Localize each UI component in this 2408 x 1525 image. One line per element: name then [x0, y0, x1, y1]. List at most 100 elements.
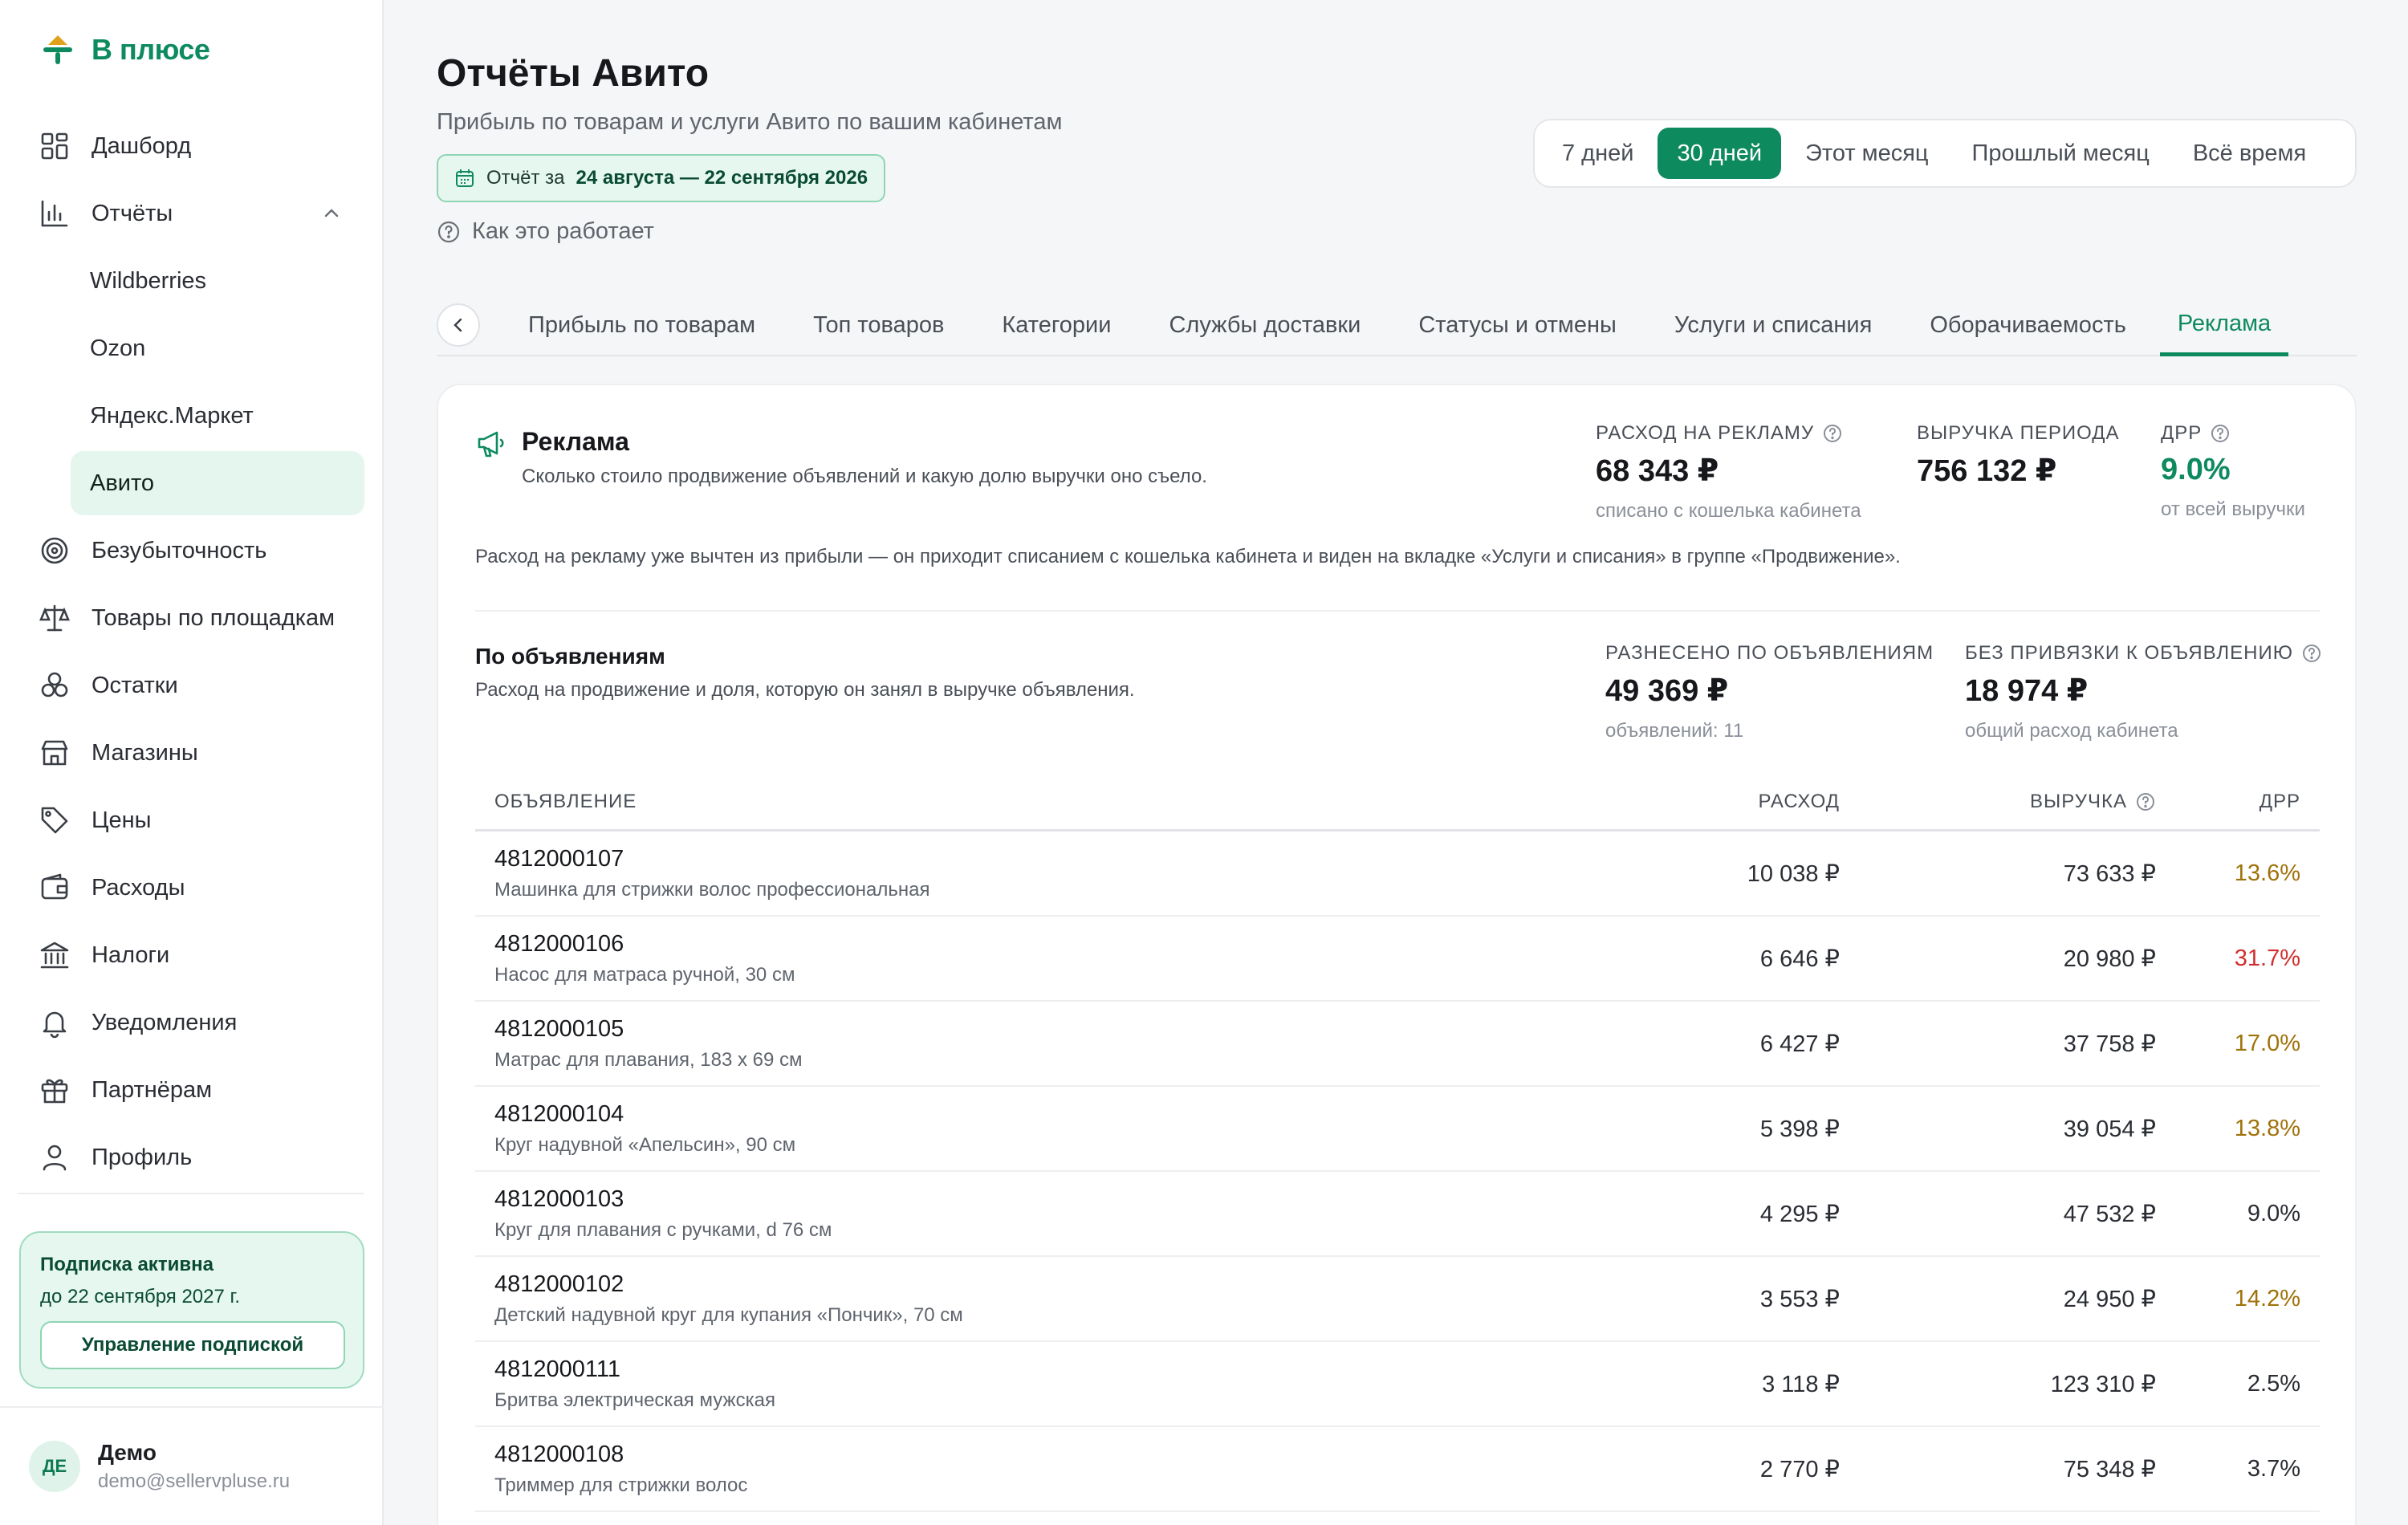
sidebar-item-dashboard[interactable]: Дашборд [18, 114, 364, 178]
ad-spend: 5 398 ₽ [1759, 1116, 1840, 1142]
tab-delivery-services[interactable]: Службы доставки [1169, 295, 1361, 356]
user-account[interactable]: ДЕ Демо demo@sellervpluse.ru [29, 1440, 290, 1493]
tab-services-charges[interactable]: Услуги и списания [1674, 295, 1872, 356]
table-row[interactable]: 4812000111 Бритва электрическая мужская 3… [475, 1342, 2320, 1427]
help-icon[interactable] [1822, 423, 1843, 444]
ad-name: Матрас для плавания, 183 х 69 см [494, 1048, 803, 1071]
tab-categories[interactable]: Категории [1002, 295, 1111, 356]
sidebar-item-taxes[interactable]: Налоги [18, 923, 364, 987]
chevron-up-icon[interactable] [321, 203, 342, 224]
period-30-days[interactable]: 30 дней [1658, 128, 1782, 179]
ad-revenue: 37 758 ₽ [2063, 1031, 2156, 1057]
table-row[interactable]: 4812000102 Детский надувной круг для купа… [475, 1257, 2320, 1342]
advertising-title: Реклама [522, 427, 629, 456]
bank-icon [39, 939, 71, 971]
sidebar-item-breakeven[interactable]: Безубыточность [18, 518, 364, 583]
column-drr[interactable]: ДРР [2156, 791, 2300, 813]
table-row[interactable]: 4812000107 Машинка для стрижки волос проф… [475, 832, 2320, 917]
tab-top-products[interactable]: Топ товаров [813, 295, 944, 356]
sidebar-item-label: Налоги [92, 941, 170, 968]
period-all-time[interactable]: Всё время [2174, 128, 2325, 179]
sidebar-subitem-yandex-market[interactable]: Яндекс.Маркет [18, 384, 364, 448]
table-row[interactable]: 4812000106 Насос для матраса ручной, 30 с… [475, 917, 2320, 1002]
unlinked-label-row: БЕЗ ПРИВЯЗКИ К ОБЪЯВЛЕНИЮ [1965, 642, 2322, 665]
drr-metric: ДРР 9.0% от всей выручки [2161, 422, 2305, 521]
column-spend[interactable]: РАСХОД [1438, 791, 1840, 813]
tag-icon [39, 804, 71, 836]
sidebar-subitem-ozon[interactable]: Ozon [18, 316, 364, 380]
ad-spend-label: РАСХОД НА РЕКЛАМУ [1596, 422, 1815, 444]
period-revenue-label: ВЫРУЧКА ПЕРИОДА [1917, 422, 2120, 444]
sidebar-item-stock[interactable]: Остатки [18, 653, 364, 718]
table-row[interactable]: 4812000103 Круг для плавания с ручками, d… [475, 1172, 2320, 1257]
target-icon [39, 535, 71, 567]
drr-note: от всей выручки [2161, 498, 2305, 520]
manage-subscription-button[interactable]: Управление подпиской [40, 1321, 345, 1369]
sidebar-item-expenses[interactable]: Расходы [18, 856, 364, 920]
unlinked-metric: БЕЗ ПРИВЯЗКИ К ОБЪЯВЛЕНИЮ 18 974 ₽ общий… [1965, 642, 2322, 742]
sidebar-subitem-wildberries[interactable]: Wildberries [18, 249, 364, 313]
period-revenue-label-row: ВЫРУЧКА ПЕРИОДА [1917, 422, 2120, 445]
sidebar-item-label: Партнёрам [92, 1076, 213, 1103]
tab-turnover[interactable]: Оборачиваемость [1930, 295, 2126, 356]
sidebar-item-label: Уведомления [92, 1009, 238, 1035]
ad-name: Круг надувной «Апельсин», 90 см [494, 1133, 796, 1156]
tabs-scroll-left-button[interactable] [437, 303, 480, 347]
ad-name: Бритва электрическая мужская [494, 1389, 775, 1411]
allocated-note: объявлений: 11 [1605, 720, 1744, 742]
ad-drr: 2.5% [2247, 1370, 2300, 1397]
tab-profit-by-products[interactable]: Прибыль по товарам [528, 295, 755, 356]
tab-advertising[interactable]: Реклама [2159, 295, 2289, 356]
help-icon[interactable] [2210, 423, 2231, 444]
sidebar-item-notifications[interactable]: Уведомления [18, 990, 364, 1055]
sidebar-subitem-avito[interactable]: Авито [71, 451, 364, 515]
help-icon[interactable] [2135, 791, 2156, 812]
chart-icon [39, 197, 71, 230]
period-7-days[interactable]: 7 дней [1543, 128, 1653, 179]
ad-id: 4812000111 [494, 1356, 620, 1382]
ad-name: Насос для матраса ручной, 30 см [494, 963, 795, 986]
drr-label-row: ДРР [2161, 422, 2305, 445]
period-revenue-metric: ВЫРУЧКА ПЕРИОДА 756 132 ₽ [1917, 422, 2120, 489]
period-this-month[interactable]: Этот месяц [1786, 128, 1948, 179]
allocated-value: 49 369 ₽ [1605, 674, 1729, 708]
report-prefix: Отчёт за [486, 167, 565, 189]
ad-revenue: 39 054 ₽ [2063, 1116, 2156, 1142]
wallet-icon [39, 872, 71, 904]
sidebar-item-partners[interactable]: Партнёрам [18, 1058, 364, 1122]
sidebar-item-label: Безубыточность [92, 537, 267, 563]
sidebar-item-profile[interactable]: Профиль [18, 1125, 364, 1190]
ad-revenue: 75 348 ₽ [2063, 1456, 2156, 1482]
help-icon[interactable] [2301, 643, 2322, 664]
column-ad[interactable]: ОБЪЯВЛЕНИЕ [475, 791, 1438, 813]
user-name: Демо [98, 1440, 157, 1465]
sidebar-item-label: Профиль [92, 1144, 193, 1170]
sidebar-item-stores[interactable]: Магазины [18, 721, 364, 785]
avatar: ДЕ [29, 1441, 80, 1492]
ad-revenue: 123 310 ₽ [2050, 1371, 2156, 1397]
sidebar-item-label: Отчёты [92, 200, 173, 226]
user-divider [0, 1406, 384, 1408]
ad-drr: 13.6% [2234, 860, 2300, 886]
sidebar-item-reports[interactable]: Отчёты [18, 181, 364, 246]
ad-revenue: 47 532 ₽ [2063, 1201, 2156, 1227]
ad-drr: 9.0% [2247, 1200, 2300, 1226]
table-row[interactable]: 4812000104 Круг надувной «Апельсин», 90 с… [475, 1087, 2320, 1172]
column-revenue[interactable]: ВЫРУЧКА [1840, 791, 2156, 813]
brand-logo[interactable]: В плюсе [40, 32, 210, 67]
sidebar-item-products-by-platform[interactable]: Товары по площадкам [18, 586, 364, 650]
how-it-works-link[interactable]: Как это работает [437, 218, 654, 245]
logo-icon [43, 35, 72, 64]
period-last-month[interactable]: Прошлый месяц [1953, 128, 2169, 179]
ad-spend: 2 770 ₽ [1759, 1456, 1840, 1482]
sidebar-item-prices[interactable]: Цены [18, 788, 364, 852]
report-tabs: Прибыль по товарам Топ товаров Категории… [437, 295, 2357, 356]
table-row[interactable]: 4812000105 Матрас для плавания, 183 х 69 … [475, 1002, 2320, 1087]
tab-statuses-cancellations[interactable]: Статусы и отмены [1418, 295, 1617, 356]
period-revenue-value: 756 132 ₽ [1917, 454, 2057, 488]
ad-name: Детский надувной круг для купания «Пончи… [494, 1303, 963, 1326]
dashboard-icon [39, 130, 71, 162]
sidebar-item-label: Дашборд [92, 132, 192, 159]
subscription-title: Подписка активна [40, 1254, 214, 1275]
table-row[interactable]: 4812000108 Триммер для стрижки волос 2 77… [475, 1427, 2320, 1512]
